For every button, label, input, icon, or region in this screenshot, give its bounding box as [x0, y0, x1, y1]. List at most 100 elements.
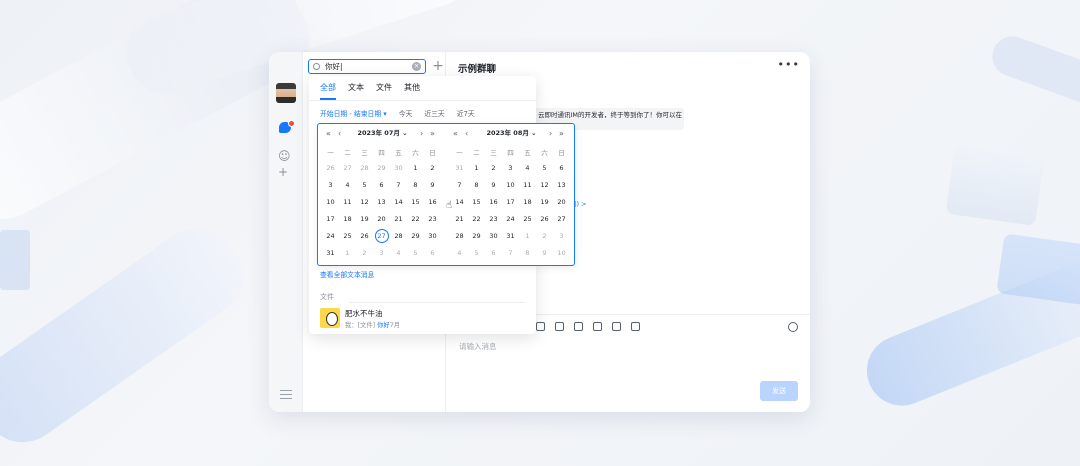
calendar-day[interactable]: 2: [424, 160, 441, 177]
message-icon[interactable]: [612, 322, 621, 331]
next-month-button[interactable]: ›: [420, 128, 423, 139]
calendar-day[interactable]: 18: [339, 211, 356, 228]
calendar-day[interactable]: 14: [451, 194, 468, 211]
calendar-month-title[interactable]: 2023年 08月 ⌄: [447, 128, 576, 139]
next-year-button[interactable]: »: [430, 128, 435, 139]
calendar-day[interactable]: 17: [322, 211, 339, 228]
calendar-day[interactable]: 3: [553, 228, 570, 245]
calendar-day[interactable]: 23: [485, 211, 502, 228]
calendar-day[interactable]: 12: [356, 194, 373, 211]
calendar-day[interactable]: 1: [339, 245, 356, 262]
calendar-day[interactable]: 10: [553, 245, 570, 262]
calendar-day[interactable]: 16: [485, 194, 502, 211]
calendar-day[interactable]: 5: [536, 160, 553, 177]
next-month-button[interactable]: ›: [549, 128, 552, 139]
calendar-day[interactable]: 28: [356, 160, 373, 177]
calendar-day[interactable]: 29: [468, 228, 485, 245]
calendar-day[interactable]: 24: [502, 211, 519, 228]
calendar-day[interactable]: 16: [424, 194, 441, 211]
calendar-day[interactable]: 15: [468, 194, 485, 211]
calendar-day[interactable]: 9: [536, 245, 553, 262]
calendar-day[interactable]: 15: [407, 194, 424, 211]
calendar-day[interactable]: 25: [519, 211, 536, 228]
calendar-day[interactable]: 6: [424, 245, 441, 262]
calendar-day[interactable]: 3: [322, 177, 339, 194]
custom-icon[interactable]: [593, 322, 602, 331]
calendar-day[interactable]: 28: [390, 228, 407, 245]
calendar-day[interactable]: 27: [339, 160, 356, 177]
calendar-day[interactable]: 24: [322, 228, 339, 245]
calendar-day[interactable]: 27: [373, 228, 390, 245]
calendar-day[interactable]: 8: [519, 245, 536, 262]
date-range-picker[interactable]: 开始日期 - 结束日期 ▾: [320, 108, 387, 118]
plus-icon[interactable]: +: [430, 58, 446, 74]
calendar-day[interactable]: 27: [553, 211, 570, 228]
calendar-day[interactable]: 4: [390, 245, 407, 262]
calendar-day[interactable]: 30: [424, 228, 441, 245]
calendar-day[interactable]: 28: [451, 228, 468, 245]
filter-last-3-days[interactable]: 近三天: [424, 108, 444, 118]
calendar-day[interactable]: 19: [356, 211, 373, 228]
calendar-day[interactable]: 6: [553, 160, 570, 177]
tab-file[interactable]: 文件: [376, 82, 392, 100]
calendar-day[interactable]: 11: [339, 194, 356, 211]
ellipsis-icon[interactable]: •••: [778, 58, 800, 71]
calendar-day[interactable]: 7: [502, 245, 519, 262]
message-input[interactable]: 请输入消息: [459, 341, 497, 352]
calendar-day[interactable]: 13: [373, 194, 390, 211]
calendar-day[interactable]: 5: [468, 245, 485, 262]
calendar-day[interactable]: 7: [451, 177, 468, 194]
calendar-day[interactable]: 1: [407, 160, 424, 177]
calendar-day[interactable]: 30: [485, 228, 502, 245]
calendar-day[interactable]: 10: [322, 194, 339, 211]
search-input[interactable]: 你好| ×: [308, 59, 426, 74]
calendar-day[interactable]: 4: [519, 160, 536, 177]
calendar-day[interactable]: 11: [519, 177, 536, 194]
calendar-day[interactable]: 6: [373, 177, 390, 194]
calendar-day[interactable]: 1: [519, 228, 536, 245]
calendar-day[interactable]: 23: [424, 211, 441, 228]
calendar-day[interactable]: 30: [390, 160, 407, 177]
next-year-button[interactable]: »: [559, 128, 564, 139]
calendar-day[interactable]: 17: [502, 194, 519, 211]
calendar-month-title[interactable]: 2023年 07月 ⌄: [318, 128, 447, 139]
calendar-day[interactable]: 12: [536, 177, 553, 194]
calendar-day[interactable]: 4: [451, 245, 468, 262]
file-icon[interactable]: [574, 322, 583, 331]
calendar-day[interactable]: 22: [468, 211, 485, 228]
calendar-day[interactable]: 19: [536, 194, 553, 211]
calendar-day[interactable]: 9: [485, 177, 502, 194]
calendar-day[interactable]: 2: [536, 228, 553, 245]
calendar-day[interactable]: 13: [553, 177, 570, 194]
calendar-day[interactable]: 5: [356, 177, 373, 194]
calendar-day[interactable]: 9: [424, 177, 441, 194]
chat-icon[interactable]: [278, 120, 295, 136]
calendar-day[interactable]: 31: [502, 228, 519, 245]
call-icon[interactable]: [555, 322, 564, 331]
contacts-icon[interactable]: ☺+: [278, 148, 294, 179]
calendar-day[interactable]: 26: [322, 160, 339, 177]
file-result-item[interactable]: 肥水不牛油 我：[文件] 你好7月: [320, 308, 530, 330]
calendar-day[interactable]: 6: [485, 245, 502, 262]
tab-other[interactable]: 其他: [404, 82, 420, 100]
calendar-day[interactable]: 2: [356, 245, 373, 262]
calendar-day[interactable]: 3: [502, 160, 519, 177]
calendar-day[interactable]: 18: [519, 194, 536, 211]
calendar-day[interactable]: 20: [553, 194, 570, 211]
menu-icon[interactable]: [280, 390, 292, 402]
calendar-day[interactable]: 8: [468, 177, 485, 194]
calendar-day[interactable]: 4: [339, 177, 356, 194]
tab-text[interactable]: 文本: [348, 82, 364, 100]
calendar-day[interactable]: 7: [390, 177, 407, 194]
calendar-day[interactable]: 21: [390, 211, 407, 228]
calendar-day[interactable]: 31: [322, 245, 339, 262]
calendar-day[interactable]: 29: [373, 160, 390, 177]
clear-icon[interactable]: ×: [412, 62, 421, 71]
calendar-day[interactable]: 14: [390, 194, 407, 211]
calendar-day[interactable]: 22: [407, 211, 424, 228]
calendar-day[interactable]: 2: [485, 160, 502, 177]
calendar-day[interactable]: 29: [407, 228, 424, 245]
calendar-day[interactable]: 5: [407, 245, 424, 262]
calendar-day[interactable]: 20: [373, 211, 390, 228]
calendar-day[interactable]: 3: [373, 245, 390, 262]
